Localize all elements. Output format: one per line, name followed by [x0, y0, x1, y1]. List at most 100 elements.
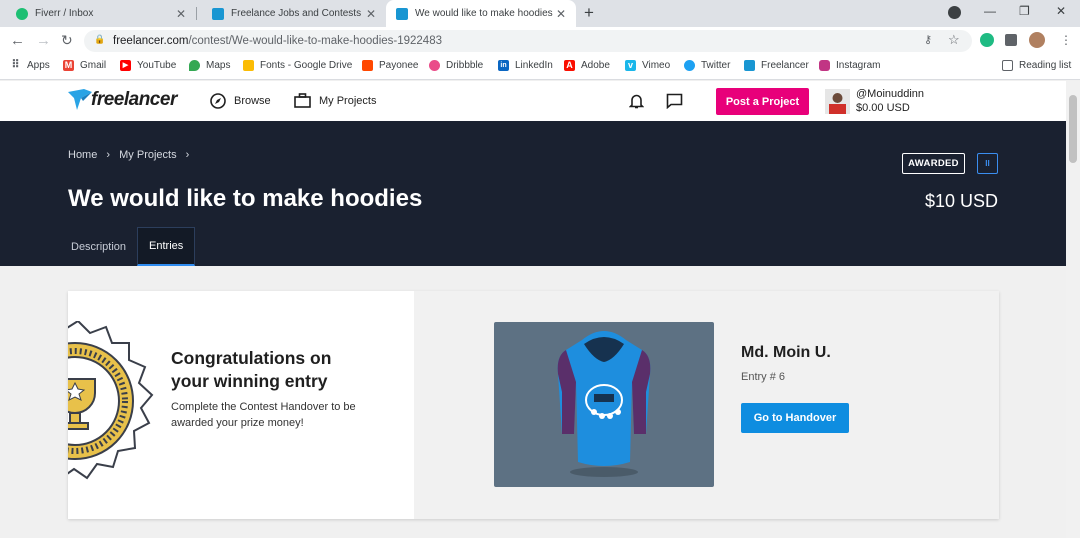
bookmark-maps[interactable]: Maps	[189, 60, 230, 71]
tab-description[interactable]: Description	[60, 227, 137, 266]
grammarly-extension-icon[interactable]	[980, 33, 994, 47]
youtube-icon: ▶	[120, 60, 131, 71]
bookmarks-bar: ⠿ Apps M Gmail ▶ YouTube Maps Fonts - Googl…	[0, 55, 1080, 80]
message-icon[interactable]	[666, 93, 683, 109]
page-scrollbar[interactable]	[1066, 81, 1080, 538]
freelancer-icon	[212, 7, 224, 20]
url-field[interactable]: 🔒 freelancer.com/contest/We-would-like-t…	[84, 30, 972, 52]
chrome-menu-icon[interactable]: ⋮	[1060, 33, 1072, 47]
close-tab-icon[interactable]: ✕	[174, 7, 188, 21]
instagram-icon	[819, 60, 830, 71]
bookmark-label: Apps	[27, 60, 50, 71]
bookmark-label: Twitter	[701, 60, 731, 71]
url-path: /contest/We-would-like-to-make-hoodies-1…	[188, 35, 442, 47]
bookmark-label: Payonee	[379, 60, 419, 71]
bookmark-gmail[interactable]: M Gmail	[63, 60, 106, 71]
user-photo-icon	[825, 89, 850, 114]
back-icon[interactable]: ←	[10, 32, 25, 49]
extensions-icon[interactable]	[1005, 34, 1017, 46]
tab-entries[interactable]: Entries	[137, 227, 196, 266]
forward-icon[interactable]: →	[36, 32, 51, 49]
page-title: We would like to make hoodies	[68, 185, 423, 212]
congrats-subtext: Complete the Contest Handover to be awar…	[171, 401, 356, 429]
go-to-handover-button[interactable]: Go to Handover	[741, 403, 849, 433]
winner-name[interactable]: Md. Moin U.	[741, 344, 831, 362]
close-tab-icon[interactable]: ✕	[364, 7, 378, 21]
bookmark-dribbble[interactable]: Dribbble	[429, 60, 483, 71]
bookmark-vimeo[interactable]: v Vimeo	[625, 60, 670, 71]
key-icon[interactable]: ⚷	[924, 33, 932, 46]
browser-tab-hoodies[interactable]: We would like to make hoodies | ✕	[386, 0, 576, 27]
bookmark-label: Dribbble	[446, 60, 484, 71]
browse-link[interactable]: Browse	[210, 93, 271, 109]
bookmark-apps[interactable]: ⠿ Apps	[10, 59, 50, 72]
bookmark-fonts[interactable]: Fonts - Google Drive	[243, 60, 352, 71]
bookmark-youtube[interactable]: ▶ YouTube	[120, 60, 176, 71]
briefcase-icon	[294, 93, 311, 108]
bookmark-freelancer[interactable]: Freelancer	[744, 60, 809, 71]
reading-list-icon	[1002, 60, 1013, 71]
freelancer-icon	[744, 60, 755, 71]
winning-entry-card: Congratulations on your winning entry Co…	[68, 291, 999, 519]
bell-icon[interactable]	[629, 93, 644, 109]
post-project-button[interactable]: Post a Project	[716, 88, 809, 115]
profile-avatar-icon[interactable]	[1029, 32, 1045, 48]
bookmark-label: Gmail	[80, 60, 107, 71]
new-tab-icon[interactable]: +	[584, 3, 594, 23]
bookmark-twitter[interactable]: Twitter	[684, 60, 730, 71]
trophy-badge-icon	[68, 321, 154, 480]
user-balance: $0.00 USD	[856, 102, 910, 114]
reload-icon[interactable]: ↻	[61, 32, 73, 49]
bookmark-label: Fonts - Google Drive	[260, 60, 353, 71]
maps-icon	[189, 60, 200, 71]
reading-list[interactable]: Reading list	[1002, 60, 1071, 71]
bookmark-label: Adobe	[581, 60, 610, 71]
browse-label: Browse	[234, 95, 271, 107]
maximize-icon[interactable]: ❐	[1019, 4, 1030, 18]
scrollbar-thumb[interactable]	[1069, 95, 1077, 163]
user-info[interactable]: @Moinuddinn $0.00 USD	[856, 87, 924, 115]
compass-icon	[210, 93, 226, 109]
breadcrumb-my-projects[interactable]: My Projects	[119, 149, 176, 161]
logo-text: freelancer	[91, 89, 177, 110]
contest-tabs: Description Entries	[60, 227, 196, 266]
minimize-icon[interactable]: —	[984, 4, 996, 18]
address-bar-row: ← → ↻ 🔒 freelancer.com/contest/We-would-…	[0, 27, 1080, 55]
browser-tab-freelance-jobs[interactable]: Freelance Jobs and Contests | Fre ✕	[196, 0, 386, 27]
bookmark-star-icon[interactable]: ☆	[948, 32, 960, 48]
breadcrumb-separator: ›	[185, 149, 190, 161]
breadcrumb-home[interactable]: Home	[68, 149, 97, 161]
bookmark-label: LinkedIn	[515, 60, 553, 71]
entry-thumbnail[interactable]	[494, 322, 714, 487]
reading-list-label: Reading list	[1019, 60, 1072, 71]
bookmark-payonee[interactable]: Payonee	[362, 60, 418, 71]
twitter-icon	[684, 60, 695, 71]
status-badge: AWARDED	[902, 153, 965, 174]
browser-tab-fiverr[interactable]: Fiverr / Inbox ✕	[0, 0, 196, 27]
vimeo-icon: v	[625, 60, 636, 71]
apps-grid-icon: ⠿	[11, 59, 20, 71]
pause-icon[interactable]: II	[977, 153, 998, 174]
bookmark-adobe[interactable]: A Adobe	[564, 60, 610, 71]
my-projects-label: My Projects	[319, 94, 377, 107]
adobe-icon: A	[564, 60, 575, 71]
linkedin-icon: in	[498, 60, 509, 71]
username: @Moinuddinn	[856, 88, 925, 100]
user-avatar[interactable]	[825, 89, 850, 114]
dribbble-icon	[429, 60, 440, 71]
bookmark-linkedin[interactable]: in LinkedIn	[498, 60, 553, 71]
bookmark-label: YouTube	[137, 60, 177, 71]
congrats-panel: Congratulations on your winning entry Co…	[68, 291, 414, 519]
google-drive-icon	[243, 60, 254, 71]
lock-icon: 🔒	[94, 34, 106, 44]
contest-banner: Home › My Projects › We would like to ma…	[0, 121, 1066, 266]
bookmark-instagram[interactable]: Instagram	[819, 60, 880, 71]
bookmark-label: Instagram	[836, 60, 881, 71]
fiverr-icon	[16, 7, 28, 20]
close-window-icon[interactable]: ✕	[1056, 4, 1066, 18]
breadcrumb-separator: ›	[106, 149, 111, 161]
freelancer-logo[interactable]: freelancer	[68, 89, 177, 111]
profile-menu-icon[interactable]	[948, 6, 961, 19]
close-tab-icon[interactable]: ✕	[554, 7, 568, 21]
my-projects-link[interactable]: My Projects	[294, 93, 376, 108]
